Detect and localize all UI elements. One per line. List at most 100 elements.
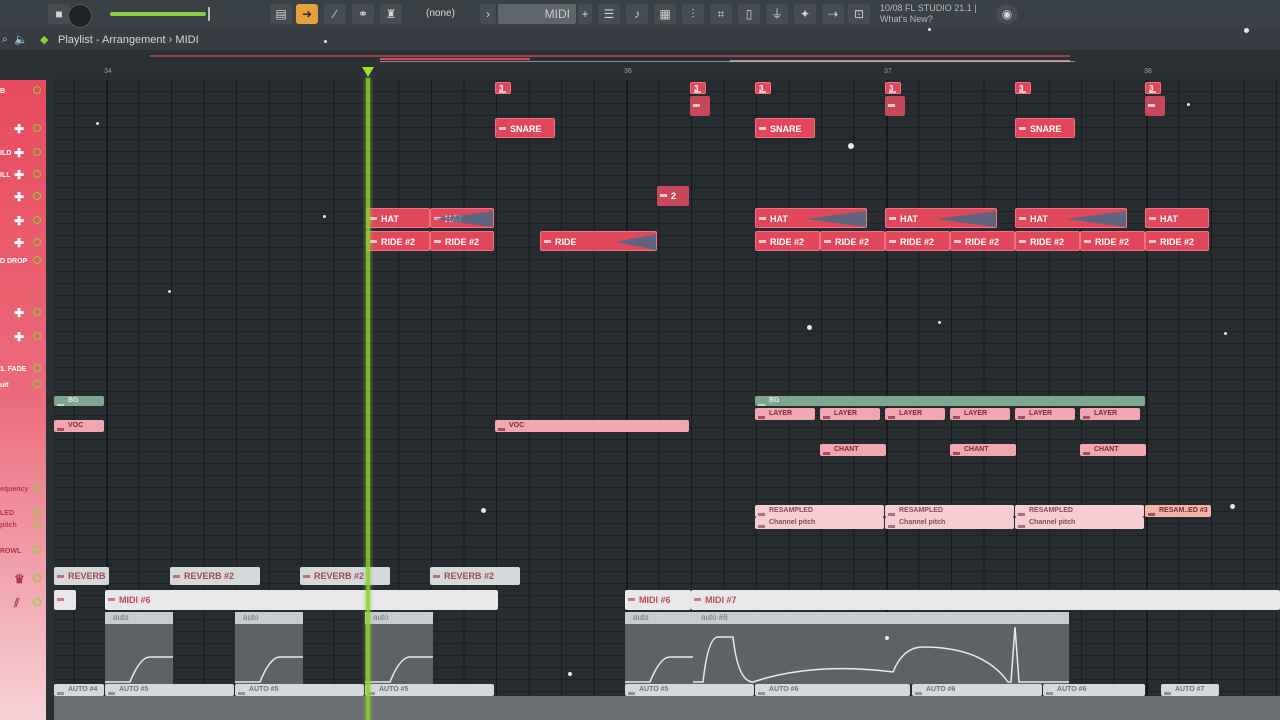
clip-bg[interactable]: BG [54,396,104,406]
clip-auto-5[interactable]: AUTO #5 [365,684,494,696]
clip-chant[interactable]: CHANT [820,444,886,456]
clip-voc[interactable]: VOC [54,420,104,432]
track-header[interactable]: ✚ [0,302,46,324]
clip-resampled[interactable]: RESAMPLED [885,505,1014,517]
track-header[interactable]: equency [0,478,46,500]
clip-resampled-3[interactable]: RESAM..ED #3 [1145,505,1211,517]
file-icon[interactable]: ▯ [738,4,760,24]
clip-hat[interactable]: HAT [885,208,997,228]
pattern-selector[interactable]: (none) [426,8,455,19]
track-header[interactable]: ROWL [0,540,46,562]
playlist-arrow-icon[interactable]: ◆ [40,33,48,46]
clip-resampled[interactable]: RESAMPLED [1015,505,1144,517]
playlist-icon[interactable]: ☰ [598,4,620,24]
clip-small[interactable] [1145,96,1165,116]
add-icon[interactable]: + [578,4,592,24]
add-icon[interactable]: ✚ [14,330,24,344]
track-header[interactable]: ✚ [0,210,46,232]
browser-icon[interactable]: ⌗ [710,4,732,24]
clip-ride-2[interactable]: RIDE #2 [1080,231,1145,251]
midi-input-field[interactable]: MIDI [498,4,576,24]
automation-lane[interactable] [54,696,1280,720]
clip-layer[interactable]: LAYER [755,408,815,420]
mute-indicator-icon[interactable] [33,216,41,224]
performance-icon[interactable]: ✦ [794,4,816,24]
clip-layer[interactable]: LAYER [950,408,1010,420]
mute-indicator-icon[interactable] [33,364,41,372]
clip-layer[interactable]: LAYER [1080,408,1140,420]
clip-ride-2[interactable]: RIDE #2 [366,231,430,251]
clip-voc[interactable]: VOC [495,420,689,432]
clip-reverb[interactable]: REVERB [54,567,109,585]
clip-auto-5[interactable]: AUTO #5 [235,684,364,696]
clip-reverb-2[interactable]: REVERB #2 [430,567,520,585]
clip-midi-6[interactable]: MIDI #6 [625,590,691,610]
clip-chant[interactable]: CHANT [950,444,1016,456]
clip-hat[interactable]: HAT [1145,208,1209,228]
search-icon[interactable]: ⌕ [2,34,8,45]
clip-ride-2[interactable]: RIDE #2 [1015,231,1080,251]
clip-ride-2[interactable]: RIDE #2 [885,231,950,251]
add-icon[interactable]: ✚ [14,190,24,204]
add-icon[interactable]: ✚ [14,146,24,160]
stamp-icon[interactable]: ♜ [380,4,402,24]
clip-auto-5[interactable]: AUTO #5 [625,684,754,696]
track-header[interactable]: ILL ✚ [0,164,46,186]
mute-indicator-icon[interactable] [33,148,41,156]
clip-midi-7[interactable]: MIDI #7 [691,590,1280,610]
clip-marker[interactable]: 3 [885,82,901,94]
clip-hat[interactable]: HAT [366,208,430,228]
track-header[interactable]: ✚ [0,118,46,140]
piano-keys-icon[interactable]: ▤ [270,4,292,24]
clip-snare[interactable]: SNARE [755,118,815,138]
clip-midi-6[interactable]: MIDI #6 [105,590,498,610]
master-pitch-knob[interactable] [68,4,92,28]
timeline-ruler[interactable]: 34 36 37 38 [54,66,1280,81]
clip-channel-pitch[interactable]: Channel pitch [885,517,1014,529]
clip-ride-2[interactable]: RIDE #2 [430,231,494,251]
clip-hat[interactable]: HAT [1015,208,1127,228]
whats-new-link[interactable]: What's New? [880,14,977,25]
track-header[interactable]: ⫽ [0,592,46,614]
record-icon[interactable]: ■ [48,4,70,24]
add-icon[interactable]: ✚ [14,306,24,320]
playhead[interactable] [366,78,370,720]
track-header[interactable]: ✚ [0,326,46,348]
add-icon[interactable]: ✚ [14,122,24,136]
link-icon[interactable]: ⚭ [352,4,374,24]
track-header[interactable]: uit [0,374,46,396]
mute-indicator-icon[interactable] [33,238,41,246]
song-overview[interactable] [150,52,1075,64]
master-volume-slider[interactable] [110,7,210,21]
mute-indicator-icon[interactable] [33,546,41,554]
mute-indicator-icon[interactable] [33,332,41,340]
clip-auto-6[interactable]: AUTO #6 [1043,684,1145,696]
clip-marker[interactable]: 3 [755,82,771,94]
brush-icon[interactable]: ∕ [324,4,346,24]
mixer-icon[interactable]: ⫶ [682,4,704,24]
mute-indicator-icon[interactable] [33,574,41,582]
play-arrow-icon[interactable]: › [480,4,496,24]
clip-layer[interactable]: LAYER [1015,408,1075,420]
speaker-icon[interactable]: 🔈 [14,33,28,46]
clip-ride[interactable]: RIDE [540,231,657,251]
mute-indicator-icon[interactable] [33,170,41,178]
clip-marker[interactable]: 3 [495,82,511,94]
mute-indicator-icon[interactable] [33,380,41,388]
channel-rack-icon[interactable]: ▦ [654,4,676,24]
clip-chant[interactable]: CHANT [1080,444,1146,456]
arrow-tool-icon[interactable]: ➜ [296,4,318,24]
clip-small[interactable] [885,96,905,116]
clip-ride-2[interactable]: RIDE #2 [950,231,1015,251]
clip-small[interactable] [690,96,710,116]
mute-indicator-icon[interactable] [33,192,41,200]
plugin-icon[interactable]: ⏚ [766,4,788,24]
clip-ride-2[interactable]: RIDE #2 [1145,231,1209,251]
clip-auto-7[interactable]: AUTO #7 [1161,684,1219,696]
version-info[interactable]: 10/08 FL STUDIO 21.1 | What's New? [880,3,977,25]
track-header[interactable]: ♛ [0,568,46,590]
clip-ride-2[interactable]: RIDE #2 [820,231,885,251]
mute-indicator-icon[interactable] [33,520,41,528]
clip-reverb-2[interactable]: REVERB #2 [300,567,390,585]
tutorial-icon[interactable]: ⇢ [822,4,844,24]
